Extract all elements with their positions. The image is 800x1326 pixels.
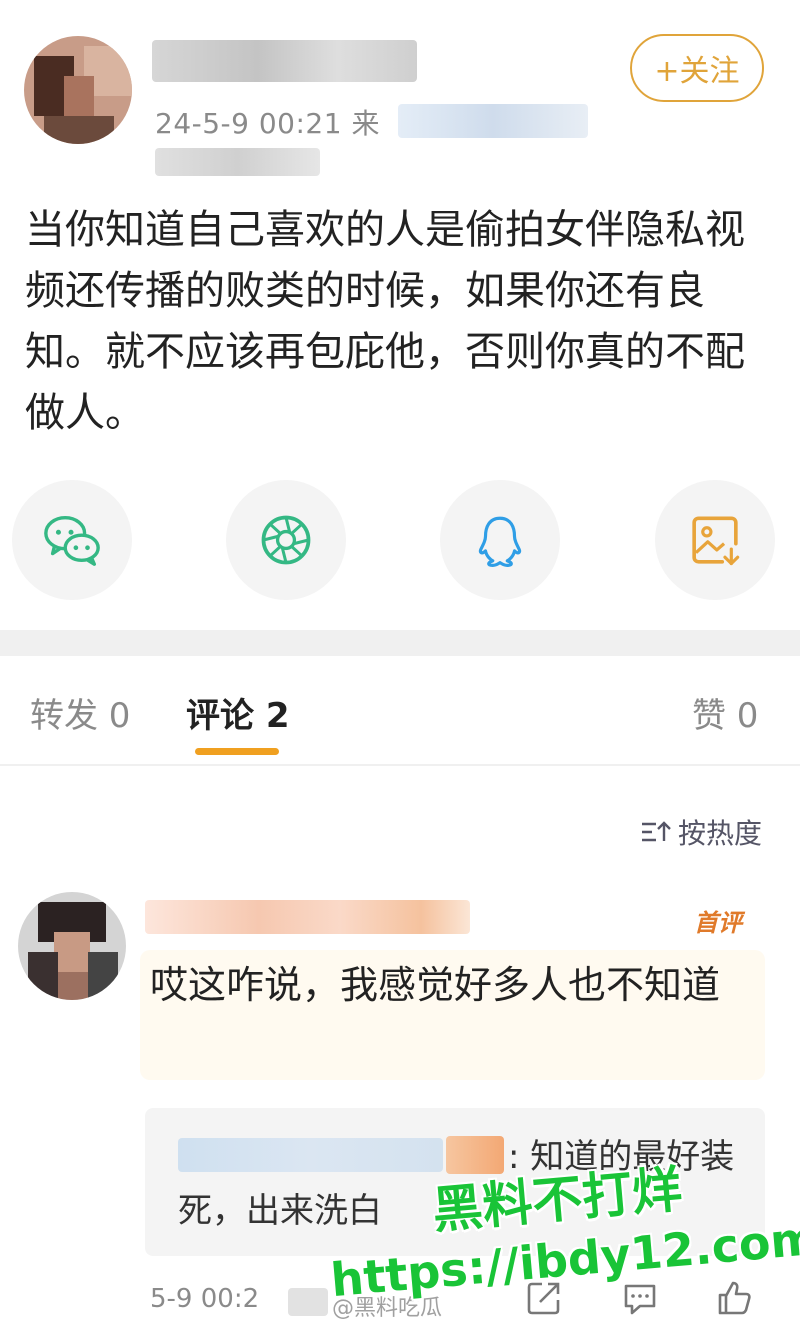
author-avatar[interactable] <box>24 36 132 144</box>
share-qq-button[interactable] <box>440 480 560 600</box>
tabs-divider <box>0 764 800 766</box>
sort-icon <box>641 821 671 842</box>
comment-time-redacted <box>288 1288 328 1316</box>
post-body-text: 当你知道自己喜欢的人是偷拍女伴隐私视频还传播的败类的时候，如果你还有良知。就不应… <box>25 207 745 436</box>
first-comment-badge: 首评 <box>694 909 742 937</box>
post-timestamp: 24-5-9 00:21 来 <box>155 107 380 140</box>
commenter-avatar[interactable] <box>18 892 126 1000</box>
wechat-icon <box>44 516 100 566</box>
comment-timestamp: 5-9 00:2 <box>150 1284 260 1314</box>
post-source-redacted <box>398 104 588 138</box>
share-save-image-button[interactable] <box>655 480 775 600</box>
interaction-tabs: 转发 0 评论 2 赞 0 <box>0 660 800 760</box>
moments-icon <box>261 515 311 565</box>
follow-button[interactable]: +关注 <box>630 34 764 102</box>
tab-comments[interactable]: 评论 2 <box>186 688 290 737</box>
like-icon[interactable] <box>714 1278 754 1318</box>
comment-text: 哎这咋说，我感觉好多人也不知道 <box>150 963 721 1007</box>
reply-icon[interactable] <box>620 1278 660 1318</box>
tab-repost[interactable]: 转发 0 <box>30 688 130 737</box>
share-row <box>0 480 800 600</box>
tab-likes[interactable]: 赞 0 <box>692 688 758 737</box>
sort-toggle[interactable]: 按热度 <box>640 812 762 852</box>
commenter-name-redacted[interactable] <box>145 900 470 934</box>
active-tab-indicator <box>195 748 279 755</box>
author-name-redacted[interactable] <box>152 40 417 82</box>
section-divider <box>0 630 800 656</box>
save-image-icon <box>692 516 740 566</box>
post-location-redacted <box>155 148 320 176</box>
sort-label: 按热度 <box>677 817 762 850</box>
share-wechat-button[interactable] <box>12 480 132 600</box>
qq-icon <box>478 516 522 567</box>
share-moments-button[interactable] <box>226 480 346 600</box>
